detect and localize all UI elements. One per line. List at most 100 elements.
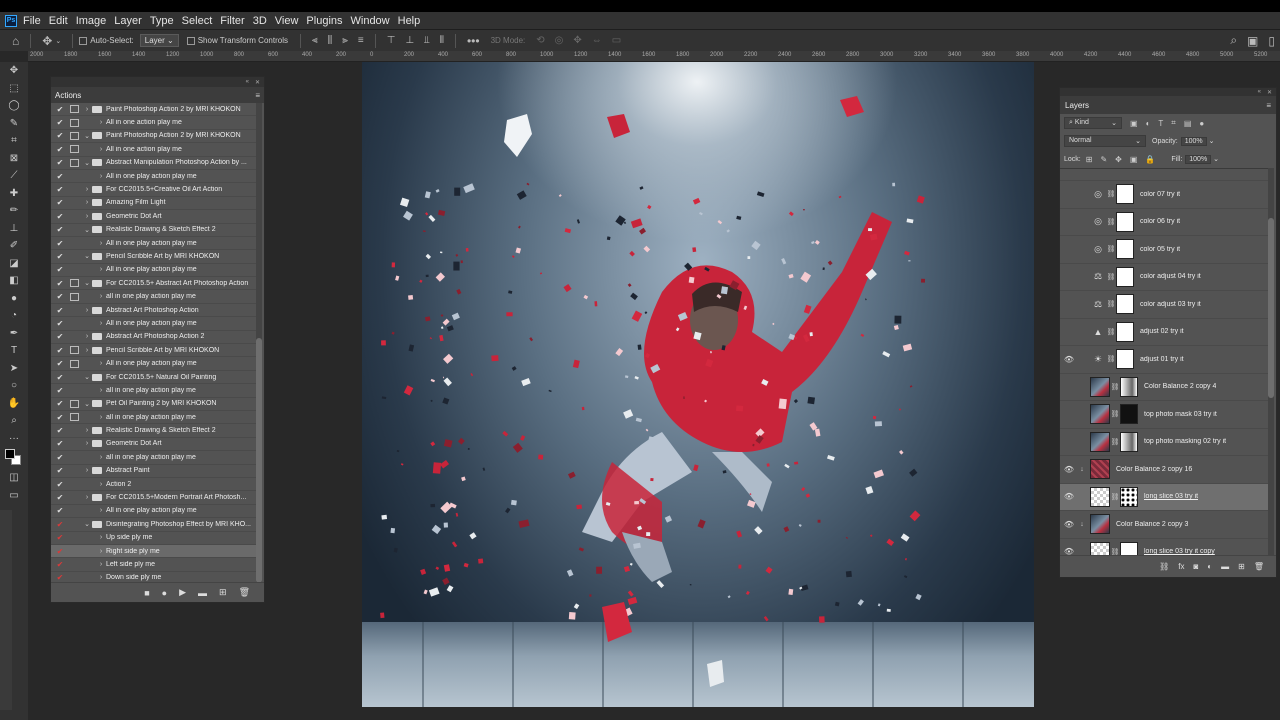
collapse-icon[interactable]: « <box>246 79 249 85</box>
toggle-dialog-icon[interactable] <box>70 172 79 180</box>
toggle-dialog-icon[interactable] <box>70 427 79 435</box>
adjustment-layer-icon[interactable]: ◎ <box>1090 184 1106 204</box>
layer-row[interactable]: 👁 ◎⛓ color 06 try it <box>1060 209 1268 236</box>
expand-caret-icon[interactable]: › <box>96 387 106 394</box>
action-set-row[interactable]: ✔ › Geometric Dot Art <box>51 210 256 224</box>
toggle-dialog-icon[interactable] <box>70 453 79 461</box>
action-set-row[interactable]: ✔ › Paint Photoshop Action 2 by MRI KHOKON <box>51 103 256 117</box>
expand-caret-icon[interactable]: ⌄ <box>82 400 92 408</box>
workspace-icon[interactable]: ▣ <box>1247 34 1258 48</box>
layer-thumbnail[interactable] <box>1090 431 1110 452</box>
toggle-dialog-icon[interactable] <box>70 399 79 408</box>
mask-link-icon[interactable]: ⛓ <box>1106 355 1116 363</box>
toggle-item-check-icon[interactable]: ✔ <box>55 480 65 489</box>
toggle-item-check-icon[interactable]: ✔ <box>55 346 65 355</box>
toggle-item-check-icon[interactable]: ✔ <box>55 520 65 529</box>
visibility-eye-icon[interactable]: 👁 <box>1060 300 1078 309</box>
toggle-dialog-icon[interactable] <box>70 507 79 515</box>
shape-tool-icon[interactable]: ○ <box>0 377 28 395</box>
pen-tool-icon[interactable]: ✒ <box>0 325 28 343</box>
layer-thumbnail[interactable] <box>1090 376 1110 397</box>
hand-tool-icon[interactable]: ✋ <box>0 395 28 413</box>
action-row[interactable]: ✔ › All in one play action play me <box>51 237 256 251</box>
menu-image[interactable]: Image <box>76 15 107 27</box>
expand-caret-icon[interactable]: › <box>96 507 106 514</box>
toggle-dialog-icon[interactable] <box>70 520 79 528</box>
path-select-tool-icon[interactable]: ➤ <box>0 360 28 378</box>
expand-caret-icon[interactable]: › <box>82 307 92 314</box>
layer-row[interactable]: 👁 ⛓ top photo mask 03 try it <box>1060 401 1268 429</box>
action-set-row[interactable]: ✔ › For CC2015.5+Creative Oil Art Action <box>51 183 256 197</box>
trash-icon[interactable]: 🗑 <box>239 587 250 598</box>
healing-brush-tool-icon[interactable]: ✚ <box>0 185 28 203</box>
filter-toggle-icon[interactable]: ● <box>1199 119 1204 128</box>
expand-caret-icon[interactable]: › <box>96 146 106 153</box>
toggle-item-check-icon[interactable]: ✔ <box>55 239 65 248</box>
layer-name[interactable]: Color Balance 2 copy 3 <box>1116 521 1188 528</box>
toggle-dialog-icon[interactable] <box>70 440 79 448</box>
document-canvas[interactable] <box>362 62 1034 707</box>
action-set-row[interactable]: ✔ › For CC2015.5+Modern Portrait Art Photo… <box>51 491 256 505</box>
chevron-down-icon[interactable]: ⌄ <box>1213 155 1219 163</box>
gradient-tool-icon[interactable]: ◧ <box>0 272 28 290</box>
toggle-item-check-icon[interactable]: ✔ <box>55 373 65 382</box>
action-row[interactable]: ✔ › All in one play action play me <box>51 264 256 278</box>
expand-caret-icon[interactable]: › <box>96 481 106 488</box>
expand-caret-icon[interactable]: ⌄ <box>82 520 92 528</box>
mask-link-icon[interactable]: ⛓ <box>1110 383 1120 391</box>
expand-caret-icon[interactable]: › <box>82 333 92 340</box>
adjustment-layer-icon[interactable]: ⚖ <box>1090 294 1106 314</box>
action-set-row[interactable]: ✔ ⌄ Disintegrating Photoshop Effect by MRI… <box>51 518 256 532</box>
layer-thumbnail[interactable] <box>1090 541 1110 556</box>
layer-mask-thumbnail[interactable] <box>1116 184 1134 205</box>
toggle-item-check-icon[interactable]: ✔ <box>55 279 65 288</box>
frame-tool-icon[interactable]: ⊠ <box>0 150 28 168</box>
toggle-item-check-icon[interactable]: ✔ <box>55 131 65 140</box>
toggle-item-check-icon[interactable]: ✔ <box>55 426 65 435</box>
toggle-dialog-icon[interactable] <box>70 346 79 355</box>
kind-filter-dropdown[interactable]: ⌕ Kind ⌄ <box>1064 117 1122 129</box>
filter-type-icon[interactable]: T <box>1158 119 1163 128</box>
expand-caret-icon[interactable]: › <box>82 467 92 474</box>
visibility-eye-icon[interactable]: 👁 <box>1060 437 1078 446</box>
action-row[interactable]: ✔ › All in one play action play me <box>51 505 256 519</box>
new-set-folder-icon[interactable]: ▬ <box>198 588 207 598</box>
toggle-item-check-icon[interactable]: ✔ <box>55 319 65 328</box>
layer-mask-thumbnail[interactable] <box>1120 404 1138 425</box>
toggle-item-check-icon[interactable]: ✔ <box>55 306 65 315</box>
action-row[interactable]: ✔ › all in one play action play me <box>51 290 256 304</box>
layer-mask-thumbnail[interactable] <box>1116 239 1134 260</box>
filter-adjustment-icon[interactable]: ◐ <box>1146 119 1151 128</box>
record-icon[interactable]: ● <box>162 588 167 598</box>
fill-input[interactable]: 100% <box>1185 154 1212 164</box>
menu-edit[interactable]: Edit <box>49 15 68 27</box>
toggle-dialog-icon[interactable] <box>70 467 79 475</box>
action-row[interactable]: ✔ › all in one play action play me <box>51 451 256 465</box>
action-set-row[interactable]: ✔ › Abstract Art Photoshop Action 2 <box>51 331 256 345</box>
actions-scrollbar[interactable] <box>256 103 262 583</box>
type-tool-icon[interactable]: T <box>0 342 28 360</box>
adjustment-layer-icon[interactable]: ⚖ <box>1090 267 1106 287</box>
layer-thumbnail[interactable] <box>1090 404 1110 425</box>
visibility-eye-icon[interactable]: 👁 <box>1060 272 1078 281</box>
filter-smart-object-icon[interactable]: ▤ <box>1184 119 1192 128</box>
blend-mode-dropdown[interactable]: Normal ⌄ <box>1064 135 1146 147</box>
expand-caret-icon[interactable]: › <box>82 106 92 113</box>
toggle-item-check-icon[interactable]: ✔ <box>55 212 65 221</box>
menu-filter[interactable]: Filter <box>220 15 244 27</box>
visibility-eye-icon[interactable]: 👁 <box>1060 245 1078 254</box>
menu-select[interactable]: Select <box>182 15 213 27</box>
expand-caret-icon[interactable]: › <box>82 199 92 206</box>
move-tool-icon[interactable]: ✥ <box>42 34 52 48</box>
3d-slide-icon[interactable]: ⇔ <box>592 35 602 46</box>
toggle-item-check-icon[interactable]: ✔ <box>55 506 65 515</box>
visibility-eye-icon[interactable]: 👁 <box>1060 520 1078 529</box>
align-left-icon[interactable]: ⫷ <box>312 35 318 46</box>
expand-caret-icon[interactable]: ⌄ <box>82 159 92 167</box>
adjustment-layer-icon[interactable]: ◎ <box>1090 212 1106 232</box>
toggle-item-check-icon[interactable]: ✔ <box>55 560 65 569</box>
action-set-row[interactable]: ✔ › Abstract Paint <box>51 465 256 478</box>
expand-caret-icon[interactable]: › <box>96 240 106 247</box>
layers-scrollbar-thumb[interactable] <box>1268 218 1274 398</box>
toggle-dialog-icon[interactable] <box>70 560 79 568</box>
